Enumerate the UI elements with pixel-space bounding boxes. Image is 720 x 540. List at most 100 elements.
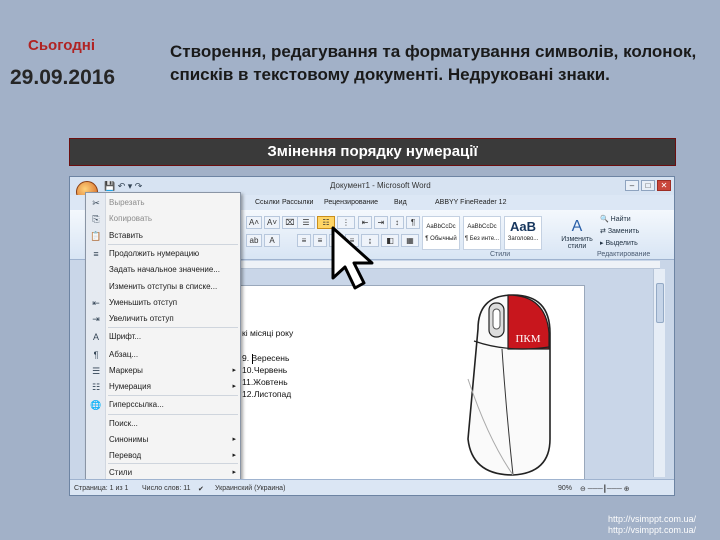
bullets-button[interactable]: ☰: [297, 216, 315, 229]
submenu-arrow-icon: ▸: [232, 452, 236, 459]
tab-review[interactable]: Рецензирование: [324, 199, 378, 206]
tab-links[interactable]: Ссылки: [255, 199, 280, 206]
status-words[interactable]: Число слов: 11: [142, 485, 191, 492]
proofing-icon[interactable]: ✔: [198, 485, 204, 493]
show-marks-button[interactable]: ¶: [406, 216, 420, 229]
context-menu-item[interactable]: Задать начальное значение...: [86, 262, 242, 278]
group-styles-label: Стили: [490, 251, 511, 258]
menu-item-icon: ¶: [93, 350, 99, 360]
text-cursor: [252, 354, 253, 364]
style-heading-preview: AaB: [509, 219, 536, 234]
change-styles-icon: A: [571, 218, 583, 235]
context-menu-item[interactable]: 🌐 Гиперссылка...: [86, 397, 242, 413]
mouse-label: ПКМ: [515, 333, 540, 345]
menu-item-label: Вырезать: [109, 198, 145, 207]
status-language[interactable]: Украинский (Украина): [215, 485, 285, 492]
menu-item-icon: ✂: [92, 198, 100, 208]
menu-item-icon: ⇥: [92, 314, 100, 324]
context-menu-item[interactable]: Поиск...: [86, 416, 242, 432]
doc-line-1: кі місяці року: [242, 328, 294, 338]
menu-item-label: Стили: [109, 468, 133, 477]
menu-separator: [108, 395, 238, 396]
context-menu-item[interactable]: ⎘ Копировать: [86, 211, 242, 227]
menu-item-label: Гиперссылка...: [109, 400, 164, 409]
align-left-button[interactable]: ≡: [297, 234, 311, 247]
menu-item-icon: [90, 467, 102, 479]
menu-item-icon: ≡: [93, 249, 99, 259]
style-normal[interactable]: AaBbCcDc ¶ Обычный: [422, 216, 460, 250]
menu-item-label: Изменить отступы в списке...: [109, 282, 218, 291]
context-menu-item[interactable]: ≡ Продолжить нумерацию: [86, 246, 242, 262]
context-menu-item[interactable]: Изменить отступы в списке...: [86, 279, 242, 295]
context-menu-item[interactable]: ⇥ Увеличить отступ: [86, 311, 242, 327]
menu-item-icon: ☰: [91, 366, 101, 376]
group-editing-label: Редактирование: [597, 251, 651, 258]
menu-separator: [108, 327, 238, 328]
status-page[interactable]: Страница: 1 из 1: [74, 485, 128, 492]
zoom-slider[interactable]: ⊖ ───┃─── ⊕: [580, 485, 630, 493]
context-menu-item[interactable]: ☰ Маркеры ▸: [86, 363, 242, 379]
menu-item-icon: [90, 434, 102, 446]
tab-view[interactable]: Вид: [394, 199, 407, 206]
style-heading[interactable]: AaB Заголово...: [504, 216, 542, 250]
context-menu-item[interactable]: ⇤ Уменьшить отступ: [86, 295, 242, 311]
minimize-button[interactable]: –: [625, 180, 639, 191]
pointer-arrow-icon: [331, 226, 374, 290]
select-label: Выделить: [605, 240, 638, 247]
scroll-thumb[interactable]: [656, 283, 664, 323]
menu-item-icon: [90, 264, 102, 276]
context-menu-item[interactable]: ✂ Вырезать: [86, 195, 242, 211]
menu-item-label: Синонимы: [109, 435, 149, 444]
menu-item-label: Шрифт...: [109, 332, 142, 341]
mouse-icon: ПКМ: [467, 294, 551, 476]
replace-button[interactable]: ⇄ Заменить: [600, 227, 639, 235]
shrink-font-button[interactable]: A˅: [264, 216, 280, 229]
menu-separator: [108, 414, 238, 415]
menu-item-icon: 📋: [90, 231, 102, 241]
menu-item-label: Маркеры: [109, 366, 143, 375]
close-button[interactable]: ✕: [657, 180, 671, 191]
menu-item-label: Поиск...: [109, 419, 138, 428]
slide-title: Створення, редагування та форматування с…: [170, 42, 697, 84]
sort-button[interactable]: ↕: [390, 216, 404, 229]
menu-item-label: Продолжить нумерацию: [109, 249, 200, 258]
vertical-scrollbar[interactable]: [653, 269, 665, 477]
maximize-button[interactable]: □: [641, 180, 655, 191]
find-button[interactable]: 🔍 Найти: [600, 215, 631, 223]
context-menu-item[interactable]: A Шрифт...: [86, 329, 242, 345]
menu-item-icon: ⎘: [92, 214, 100, 224]
clear-format-button[interactable]: ⌧: [282, 216, 298, 229]
context-menu-item[interactable]: ¶ Абзац...: [86, 347, 242, 363]
menu-item-label: Задать начальное значение...: [109, 265, 220, 274]
menu-item-label: Копировать: [109, 214, 153, 223]
status-zoom: 90%: [558, 485, 573, 492]
date-label: 29.09.2016: [10, 66, 116, 89]
submenu-arrow-icon: ▸: [232, 436, 236, 443]
change-styles-button[interactable]: A Изменить стили: [560, 218, 594, 250]
highlight-button[interactable]: ab: [246, 234, 262, 247]
tab-mailings[interactable]: Рассылки: [282, 199, 313, 206]
tab-abbyy[interactable]: ABBYY FineReader 12: [435, 199, 506, 206]
font-color-button[interactable]: A: [264, 234, 280, 247]
quick-access-toolbar[interactable]: 💾 ↶ ▾ ↷: [104, 181, 142, 192]
context-menu-item[interactable]: ☷ Нумерация ▸: [86, 379, 242, 395]
word-screenshot: Документ1 - Microsoft Word – □ ✕ 💾 ↶ ▾ ↷…: [69, 176, 675, 496]
menu-item-icon: A: [92, 332, 99, 342]
select-button[interactable]: ▸ Выделить: [600, 239, 638, 247]
menu-item-label: Уменьшить отступ: [109, 298, 178, 307]
context-menu-item[interactable]: Синонимы ▸: [86, 432, 242, 448]
watermark-line-1: http://vsimppt.com.ua/: [608, 514, 697, 524]
horizontal-ruler[interactable]: [240, 261, 660, 269]
align-center-button[interactable]: ≡: [313, 234, 327, 247]
doc-line-5: 12.Листопад: [242, 389, 292, 399]
borders-button[interactable]: ▦: [401, 234, 419, 247]
watermark-line-2: http://vsimppt.com.ua/: [608, 525, 697, 535]
doc-line-3: 10.Червень: [242, 365, 288, 375]
context-menu-item[interactable]: Перевод ▸: [86, 448, 242, 464]
menu-separator: [108, 244, 238, 245]
submenu-arrow-icon: ▸: [232, 469, 236, 476]
context-menu-item[interactable]: 📋 Вставить: [86, 228, 242, 244]
menu-item-label: Абзац...: [109, 350, 139, 359]
grow-font-button[interactable]: A˄: [246, 216, 262, 229]
style-no-spacing[interactable]: AaBbCcDc ¶ Без инте...: [463, 216, 501, 250]
